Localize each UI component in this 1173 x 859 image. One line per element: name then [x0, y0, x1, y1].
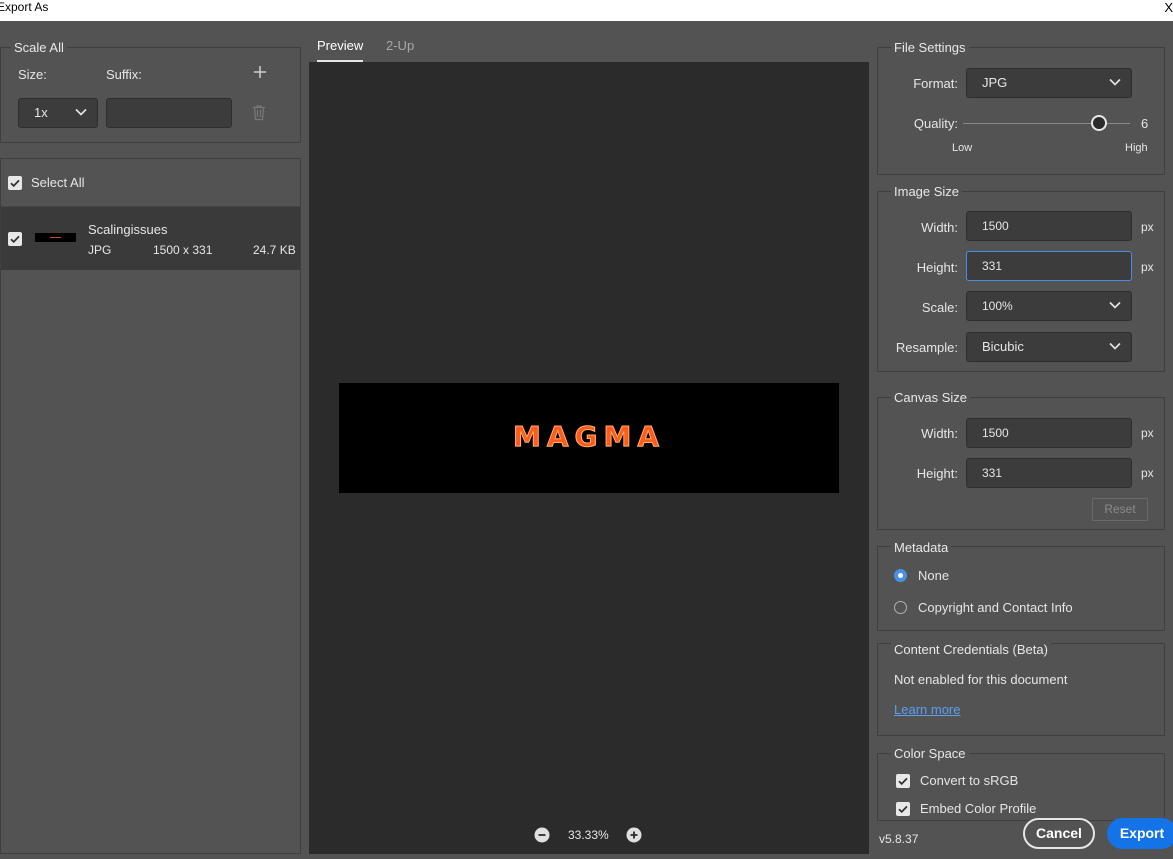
quality-high-label: High: [1125, 142, 1148, 154]
select-all-checkbox[interactable]: [8, 176, 22, 190]
title-bar: Export As X: [0, 0, 1173, 21]
tab-2up[interactable]: 2-Up: [386, 38, 414, 53]
content-credentials-heading: Content Credentials (Beta): [891, 642, 1051, 657]
add-icon[interactable]: [252, 64, 268, 80]
chevron-down-icon: [1109, 78, 1121, 86]
learn-more-link[interactable]: Learn more: [894, 702, 960, 717]
quality-label: Quality:: [913, 116, 958, 131]
preview-image: MAGMA: [339, 383, 839, 493]
chevron-down-icon: [75, 108, 87, 116]
canvas-height-input[interactable]: 331: [966, 458, 1132, 488]
file-settings-heading: File Settings: [891, 40, 969, 55]
asset-checkbox[interactable]: [8, 232, 22, 246]
canvas-width-input[interactable]: 1500: [966, 418, 1132, 448]
format-select[interactable]: JPG: [966, 68, 1132, 98]
file-settings-group: [877, 47, 1165, 175]
metadata-heading: Metadata: [891, 540, 952, 555]
metadata-none-radio[interactable]: [894, 569, 907, 582]
asset-filesize: 24.7 KB: [253, 243, 296, 257]
window-title: Export As: [0, 0, 49, 14]
quality-slider-handle[interactable]: [1091, 115, 1107, 131]
resample-select[interactable]: Bicubic: [966, 332, 1132, 362]
image-height-unit: px: [1141, 260, 1154, 274]
version-label: v5.8.37: [879, 832, 919, 846]
image-width-unit: px: [1141, 220, 1154, 234]
asset-thumbnail: [35, 233, 76, 242]
chevron-down-icon: [1109, 342, 1121, 350]
suffix-label: Suffix:: [106, 67, 142, 82]
trash-icon[interactable]: [251, 104, 267, 121]
metadata-group: [877, 546, 1165, 631]
resample-label: Resample:: [895, 340, 958, 355]
zoom-in-icon[interactable]: [626, 827, 642, 843]
zoom-out-icon[interactable]: [534, 827, 550, 843]
metadata-copyright-label[interactable]: Copyright and Contact Info: [918, 600, 1073, 615]
select-all-label[interactable]: Select All: [31, 175, 84, 190]
canvas-width-unit: px: [1141, 426, 1154, 440]
scale-select-value: 100%: [982, 299, 1013, 313]
preview-image-text: MAGMA: [512, 420, 666, 454]
cancel-button[interactable]: Cancel: [1023, 818, 1095, 849]
quality-value: 6: [1141, 116, 1149, 131]
resample-select-value: Bicubic: [982, 339, 1024, 354]
image-width-label: Width:: [921, 220, 958, 235]
image-height-input[interactable]: 331: [966, 251, 1132, 281]
image-height-label: Height:: [916, 260, 958, 275]
scale-select[interactable]: 100%: [966, 291, 1132, 321]
color-space-heading: Color Space: [891, 746, 969, 761]
embed-profile-checkbox[interactable]: [896, 802, 910, 816]
export-button[interactable]: Export: [1107, 818, 1173, 849]
canvas-width-label: Width:: [921, 426, 958, 441]
scale-all-group: [0, 47, 301, 143]
size-select-value: 1x: [34, 105, 48, 120]
chevron-down-icon: [1109, 301, 1121, 309]
embed-profile-label[interactable]: Embed Color Profile: [920, 801, 1036, 816]
close-icon[interactable]: X: [1163, 0, 1173, 15]
canvas-height-label: Height:: [916, 466, 958, 481]
image-size-heading: Image Size: [891, 184, 963, 199]
zoom-level: 33.33%: [568, 828, 609, 842]
canvas-size-heading: Canvas Size: [891, 390, 970, 405]
metadata-copyright-radio[interactable]: [894, 601, 907, 614]
scale-label: Scale:: [921, 300, 958, 315]
asset-dimensions: 1500 x 331: [153, 243, 213, 257]
scale-all-heading: Scale All: [11, 40, 67, 55]
asset-name: Scalingissues: [88, 222, 168, 237]
metadata-none-label[interactable]: None: [918, 568, 949, 583]
size-label: Size:: [18, 67, 47, 82]
canvas-height-unit: px: [1141, 466, 1154, 480]
format-select-value: JPG: [982, 75, 1008, 90]
image-width-input[interactable]: 1500: [966, 211, 1132, 241]
asset-thumbnail-mark: [50, 237, 61, 238]
quality-low-label: Low: [952, 142, 973, 154]
convert-srgb-checkbox[interactable]: [896, 774, 910, 788]
asset-format: JPG: [88, 243, 112, 257]
reset-button[interactable]: Reset: [1092, 498, 1148, 521]
suffix-input[interactable]: [106, 98, 232, 128]
format-label: Format:: [913, 76, 958, 91]
size-select[interactable]: 1x: [18, 98, 98, 128]
tab-preview[interactable]: Preview: [317, 38, 363, 53]
content-credentials-status: Not enabled for this document: [894, 672, 1068, 687]
convert-srgb-label[interactable]: Convert to sRGB: [920, 773, 1018, 788]
